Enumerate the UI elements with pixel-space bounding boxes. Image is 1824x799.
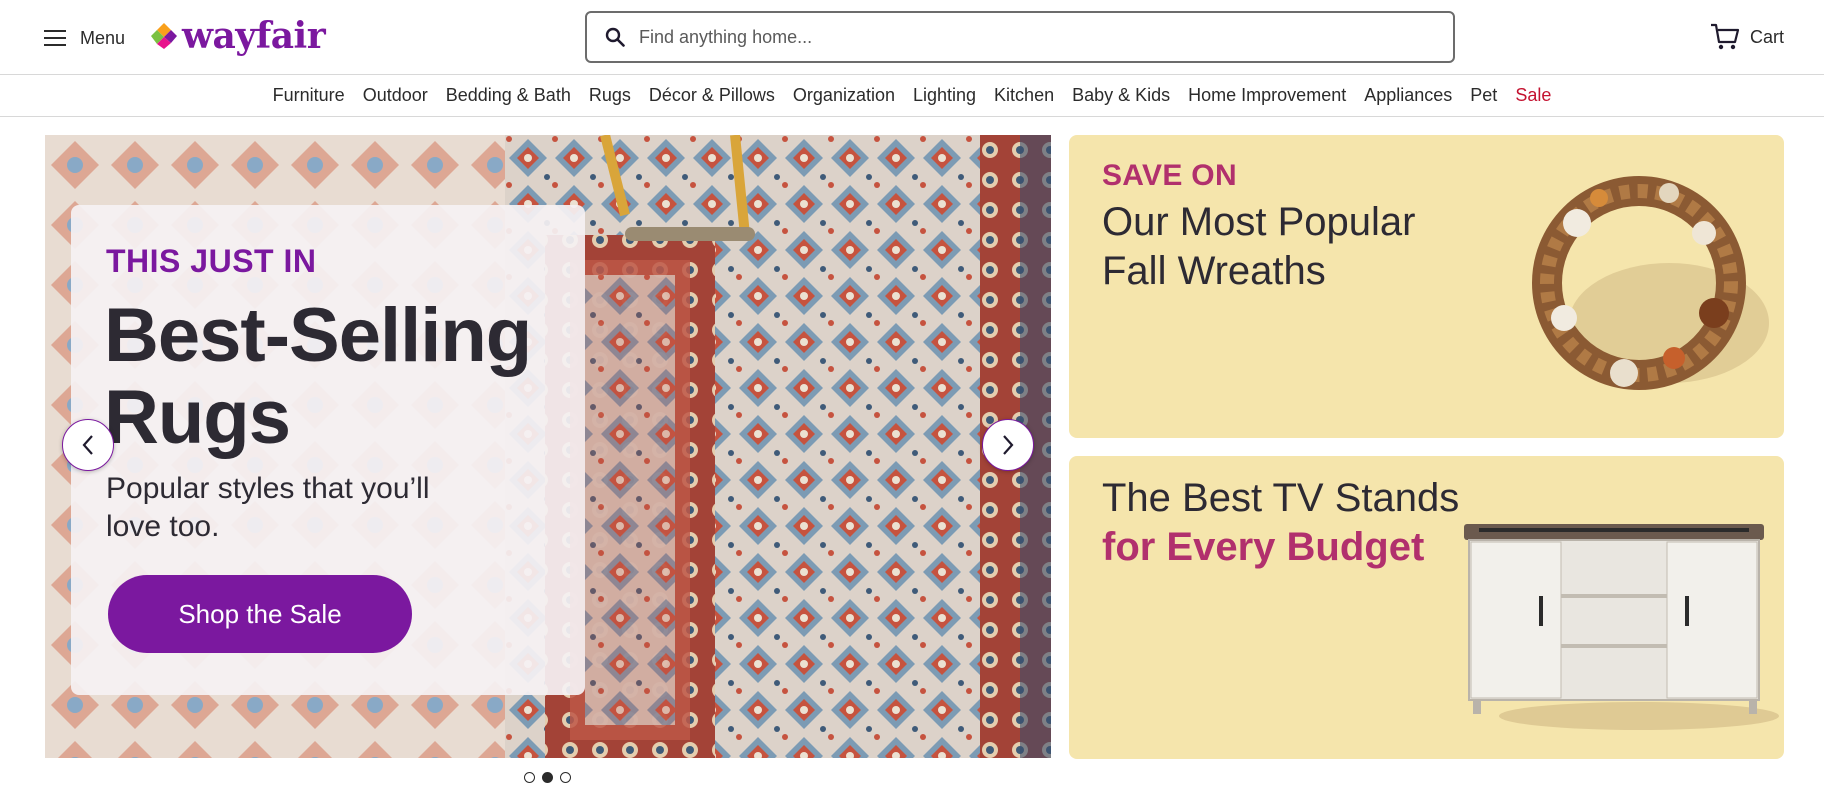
nav-item-pet[interactable]: Pet <box>1470 85 1497 106</box>
chevron-left-icon <box>82 435 93 455</box>
nav-item-furniture[interactable]: Furniture <box>273 85 345 106</box>
search-input[interactable] <box>639 26 1419 48</box>
search-bar[interactable] <box>585 11 1455 63</box>
hero-carousel[interactable]: THIS JUST IN Best-Selling Rugs Popular s… <box>45 135 1051 758</box>
wayfair-logo[interactable]: wayfair <box>150 14 326 58</box>
promo-fall-wreaths[interactable]: SAVE ON Our Most Popular Fall Wreaths <box>1069 135 1784 438</box>
carousel-next-button[interactable] <box>982 419 1034 471</box>
nav-item-decor-pillows[interactable]: Décor & Pillows <box>649 85 775 106</box>
nav-item-sale[interactable]: Sale <box>1515 85 1551 106</box>
cart-button[interactable]: Cart <box>1710 20 1784 54</box>
carousel-dot-3[interactable] <box>560 772 571 783</box>
promo-wreaths-title: Our Most Popular Fall Wreaths <box>1102 200 1416 293</box>
nav-item-lighting[interactable]: Lighting <box>913 85 976 106</box>
wayfair-logo-mark <box>151 23 177 49</box>
hero-subtitle: Popular styles that you’ll love too. <box>106 472 430 543</box>
hero-card: THIS JUST IN Best-Selling Rugs Popular s… <box>71 205 585 695</box>
nav-item-kitchen[interactable]: Kitchen <box>994 85 1054 106</box>
nav-item-organization[interactable]: Organization <box>793 85 895 106</box>
nav-item-appliances[interactable]: Appliances <box>1364 85 1452 106</box>
menu-button[interactable]: Menu <box>44 22 125 54</box>
wreath-image <box>1532 176 1769 390</box>
nav-item-outdoor[interactable]: Outdoor <box>363 85 428 106</box>
nav-item-rugs[interactable]: Rugs <box>589 85 631 106</box>
hero-title: Best-Selling Rugs <box>104 293 532 460</box>
tv-stand-image <box>1464 524 1779 730</box>
carousel-dot-2[interactable] <box>542 772 553 783</box>
cart-label: Cart <box>1749 26 1784 47</box>
promo-tv-accent: for Every Budget <box>1102 525 1425 569</box>
hamburger-icon <box>44 30 66 46</box>
category-nav: Furniture Outdoor Bedding & Bath Rugs Dé… <box>0 75 1824 117</box>
nav-item-home-improvement[interactable]: Home Improvement <box>1188 85 1346 106</box>
nav-item-baby-kids[interactable]: Baby & Kids <box>1072 85 1170 106</box>
nav-item-bedding-bath[interactable]: Bedding & Bath <box>446 85 571 106</box>
menu-label: Menu <box>80 27 126 48</box>
search-icon <box>605 27 625 47</box>
cart-icon <box>1710 23 1740 50</box>
promo-wreaths-eyebrow: SAVE ON <box>1102 159 1237 192</box>
carousel-dot-1[interactable] <box>524 772 535 783</box>
shop-the-sale-button[interactable]: Shop the Sale <box>108 575 412 653</box>
hero-eyebrow: THIS JUST IN <box>106 243 317 279</box>
promo-tv-stands[interactable]: The Best TV Stands for Every Budget <box>1069 456 1784 759</box>
logo-wordmark: wayfair <box>182 15 326 57</box>
carousel-prev-button[interactable] <box>62 419 114 471</box>
site-header: Menu wayfair Cart <box>0 0 1824 75</box>
carousel-dots <box>524 772 571 783</box>
chevron-right-icon <box>1003 435 1014 455</box>
